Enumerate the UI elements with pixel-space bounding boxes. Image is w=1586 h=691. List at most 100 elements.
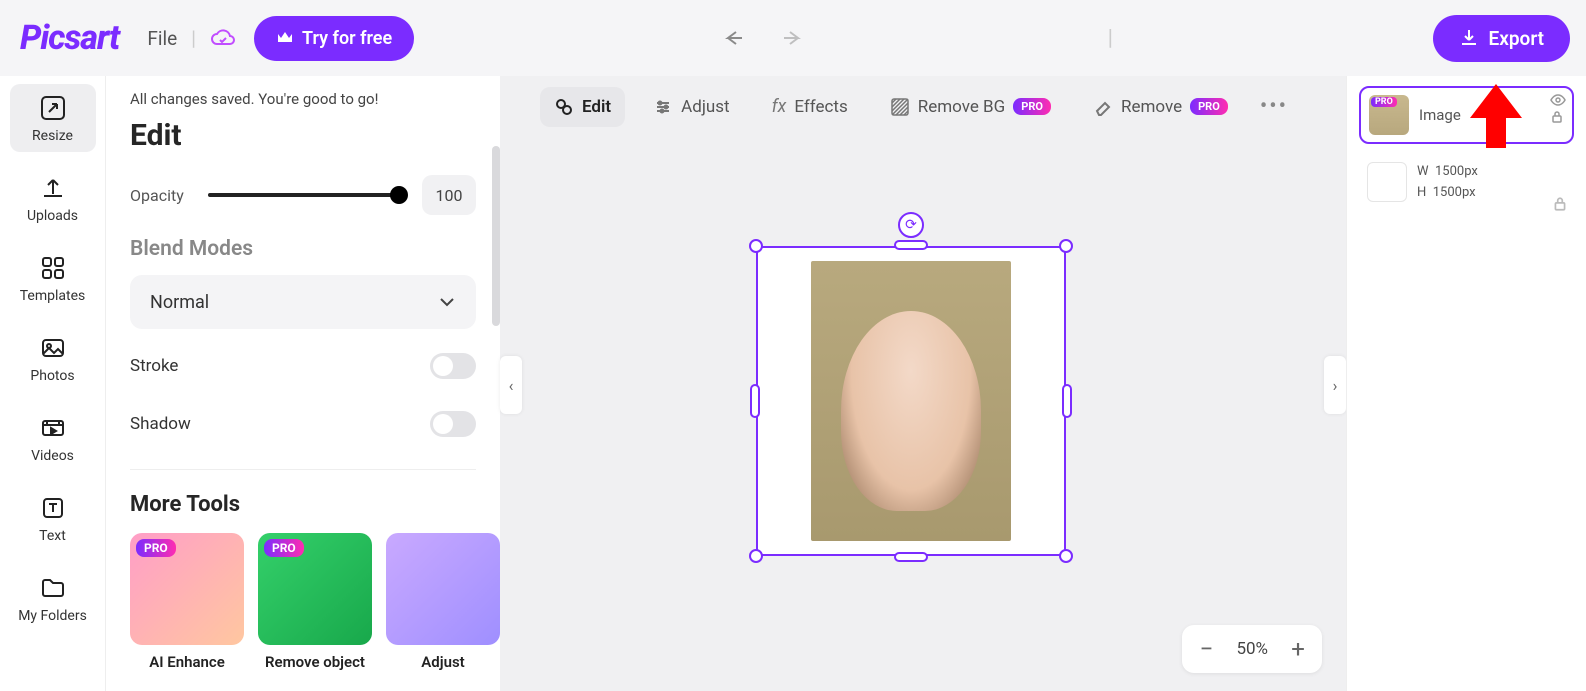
resize-icon [39,94,67,122]
opacity-slider[interactable] [208,193,400,197]
download-icon [1459,28,1479,48]
redo-icon[interactable] [776,28,802,48]
ctx-remove-bg[interactable]: Remove BG PRO [876,87,1065,127]
nav-my-folders[interactable]: My Folders [10,564,96,632]
collapse-left-handle[interactable]: ‹ [500,356,522,414]
canvas-selection[interactable]: ⟳ [756,246,1066,556]
selected-image[interactable] [756,246,1066,556]
resize-handle-tl[interactable] [749,239,763,253]
tool-ai-enhance-label: AI Enhance [149,653,225,671]
export-button[interactable]: Export [1433,15,1570,62]
tool-ai-enhance[interactable]: PRO AI Enhance [130,533,244,671]
folder-icon [39,574,67,602]
export-label: Export [1489,27,1544,50]
undo-icon[interactable] [724,28,750,48]
resize-handle-br[interactable] [1059,549,1073,563]
ctx-adjust[interactable]: Adjust [639,87,743,127]
cloud-sync-icon[interactable] [210,28,236,48]
visibility-icon[interactable] [1550,94,1566,106]
chevron-down-icon [438,296,456,308]
nav-videos[interactable]: Videos [10,404,96,472]
zoom-value: 50% [1236,639,1268,659]
ctx-effects[interactable]: fx Effects [758,86,862,127]
opacity-value[interactable]: 100 [422,175,476,215]
layer-thumbnail [1367,162,1407,202]
try-for-free-label: Try for free [302,28,392,49]
blend-modes-heading: Blend Modes [130,237,476,261]
pro-badge: PRO [1013,98,1051,115]
rotate-handle[interactable]: ⟳ [898,212,924,238]
width-label: W [1417,164,1429,179]
panel-title: Edit [130,118,476,153]
tool-remove-object[interactable]: PRO Remove object [258,533,372,671]
resize-handle-top[interactable] [894,240,928,250]
collapse-right-handle[interactable]: › [1324,356,1346,414]
nav-uploads[interactable]: Uploads [10,164,96,232]
resize-handle-left[interactable] [750,384,760,418]
fx-icon: fx [772,96,787,117]
nav-resize[interactable]: Resize [10,84,96,152]
lock-icon[interactable] [1550,110,1566,124]
resize-handle-right[interactable] [1062,384,1072,418]
ctx-edit[interactable]: Edit [540,87,625,127]
resize-handle-tr[interactable] [1059,239,1073,253]
opacity-label: Opacity [130,186,194,205]
layer-thumbnail: PRO [1369,95,1409,135]
layer-background[interactable]: W 1500px H 1500px [1359,154,1574,212]
nav-photos[interactable]: Photos [10,324,96,392]
nav-videos-label: Videos [31,448,74,464]
try-for-free-button[interactable]: Try for free [254,16,414,61]
divider: | [191,26,196,50]
zoom-control: − 50% + [1182,625,1322,673]
layer-actions [1550,94,1566,124]
shadow-row: Shadow [130,411,476,437]
zoom-out-button[interactable]: − [1194,635,1218,663]
photos-icon [39,334,67,362]
context-toolbar: Edit Adjust fx Effects Remove BG PRO Rem… [540,86,1288,127]
adjust-icon [653,97,673,117]
left-nav: Resize Uploads Templates Photos Videos T… [0,76,106,691]
panel-scrollbar[interactable] [492,146,500,326]
nav-templates[interactable]: Templates [10,244,96,312]
shadow-toggle[interactable] [430,411,476,437]
resize-handle-bottom[interactable] [894,552,928,562]
divider: | [1108,26,1113,51]
tool-adjust[interactable]: Adjust [386,533,500,671]
divider [130,469,476,470]
layer-name: Image [1419,106,1461,124]
canvas-area[interactable]: Edit Adjust fx Effects Remove BG PRO Rem… [500,76,1346,691]
nav-text[interactable]: Text [10,484,96,552]
shadow-label: Shadow [130,414,191,434]
brand-logo[interactable]: Picsart [20,18,119,58]
nav-my-folders-label: My Folders [18,608,87,624]
stroke-toggle[interactable] [430,353,476,379]
stroke-label: Stroke [130,356,178,376]
main-layout: Resize Uploads Templates Photos Videos T… [0,76,1586,691]
ctx-remove[interactable]: Remove PRO [1079,87,1242,127]
top-bar: Picsart File | Try for free | Export [0,0,1586,76]
nav-photos-label: Photos [30,368,74,384]
file-menu[interactable]: File [147,27,177,50]
eraser-icon [1093,97,1113,117]
ctx-remove-label: Remove [1121,97,1182,117]
ctx-remove-bg-label: Remove BG [918,97,1006,117]
nav-resize-label: Resize [32,128,73,144]
layers-panel: PRO Image W 1500px H 1500px [1346,76,1586,691]
resize-handle-bl[interactable] [749,549,763,563]
saved-message: All changes saved. You're good to go! [130,90,476,108]
tool-adjust-label: Adjust [421,653,464,671]
tool-remove-object-label: Remove object [265,653,365,671]
zoom-in-button[interactable]: + [1286,635,1310,663]
slider-knob[interactable] [390,186,408,204]
pro-badge: PRO [1190,98,1228,115]
text-icon [39,494,67,522]
blend-mode-select[interactable]: Normal [130,275,476,329]
more-tools-heading: More Tools [130,492,476,517]
templates-icon [39,254,67,282]
crown-icon [276,30,294,46]
lock-icon[interactable] [1552,196,1568,212]
videos-icon [39,414,67,442]
layer-dimensions: W 1500px H 1500px [1417,162,1478,204]
ctx-more-icon[interactable]: ••• [1260,94,1288,119]
ctx-edit-label: Edit [582,97,611,117]
